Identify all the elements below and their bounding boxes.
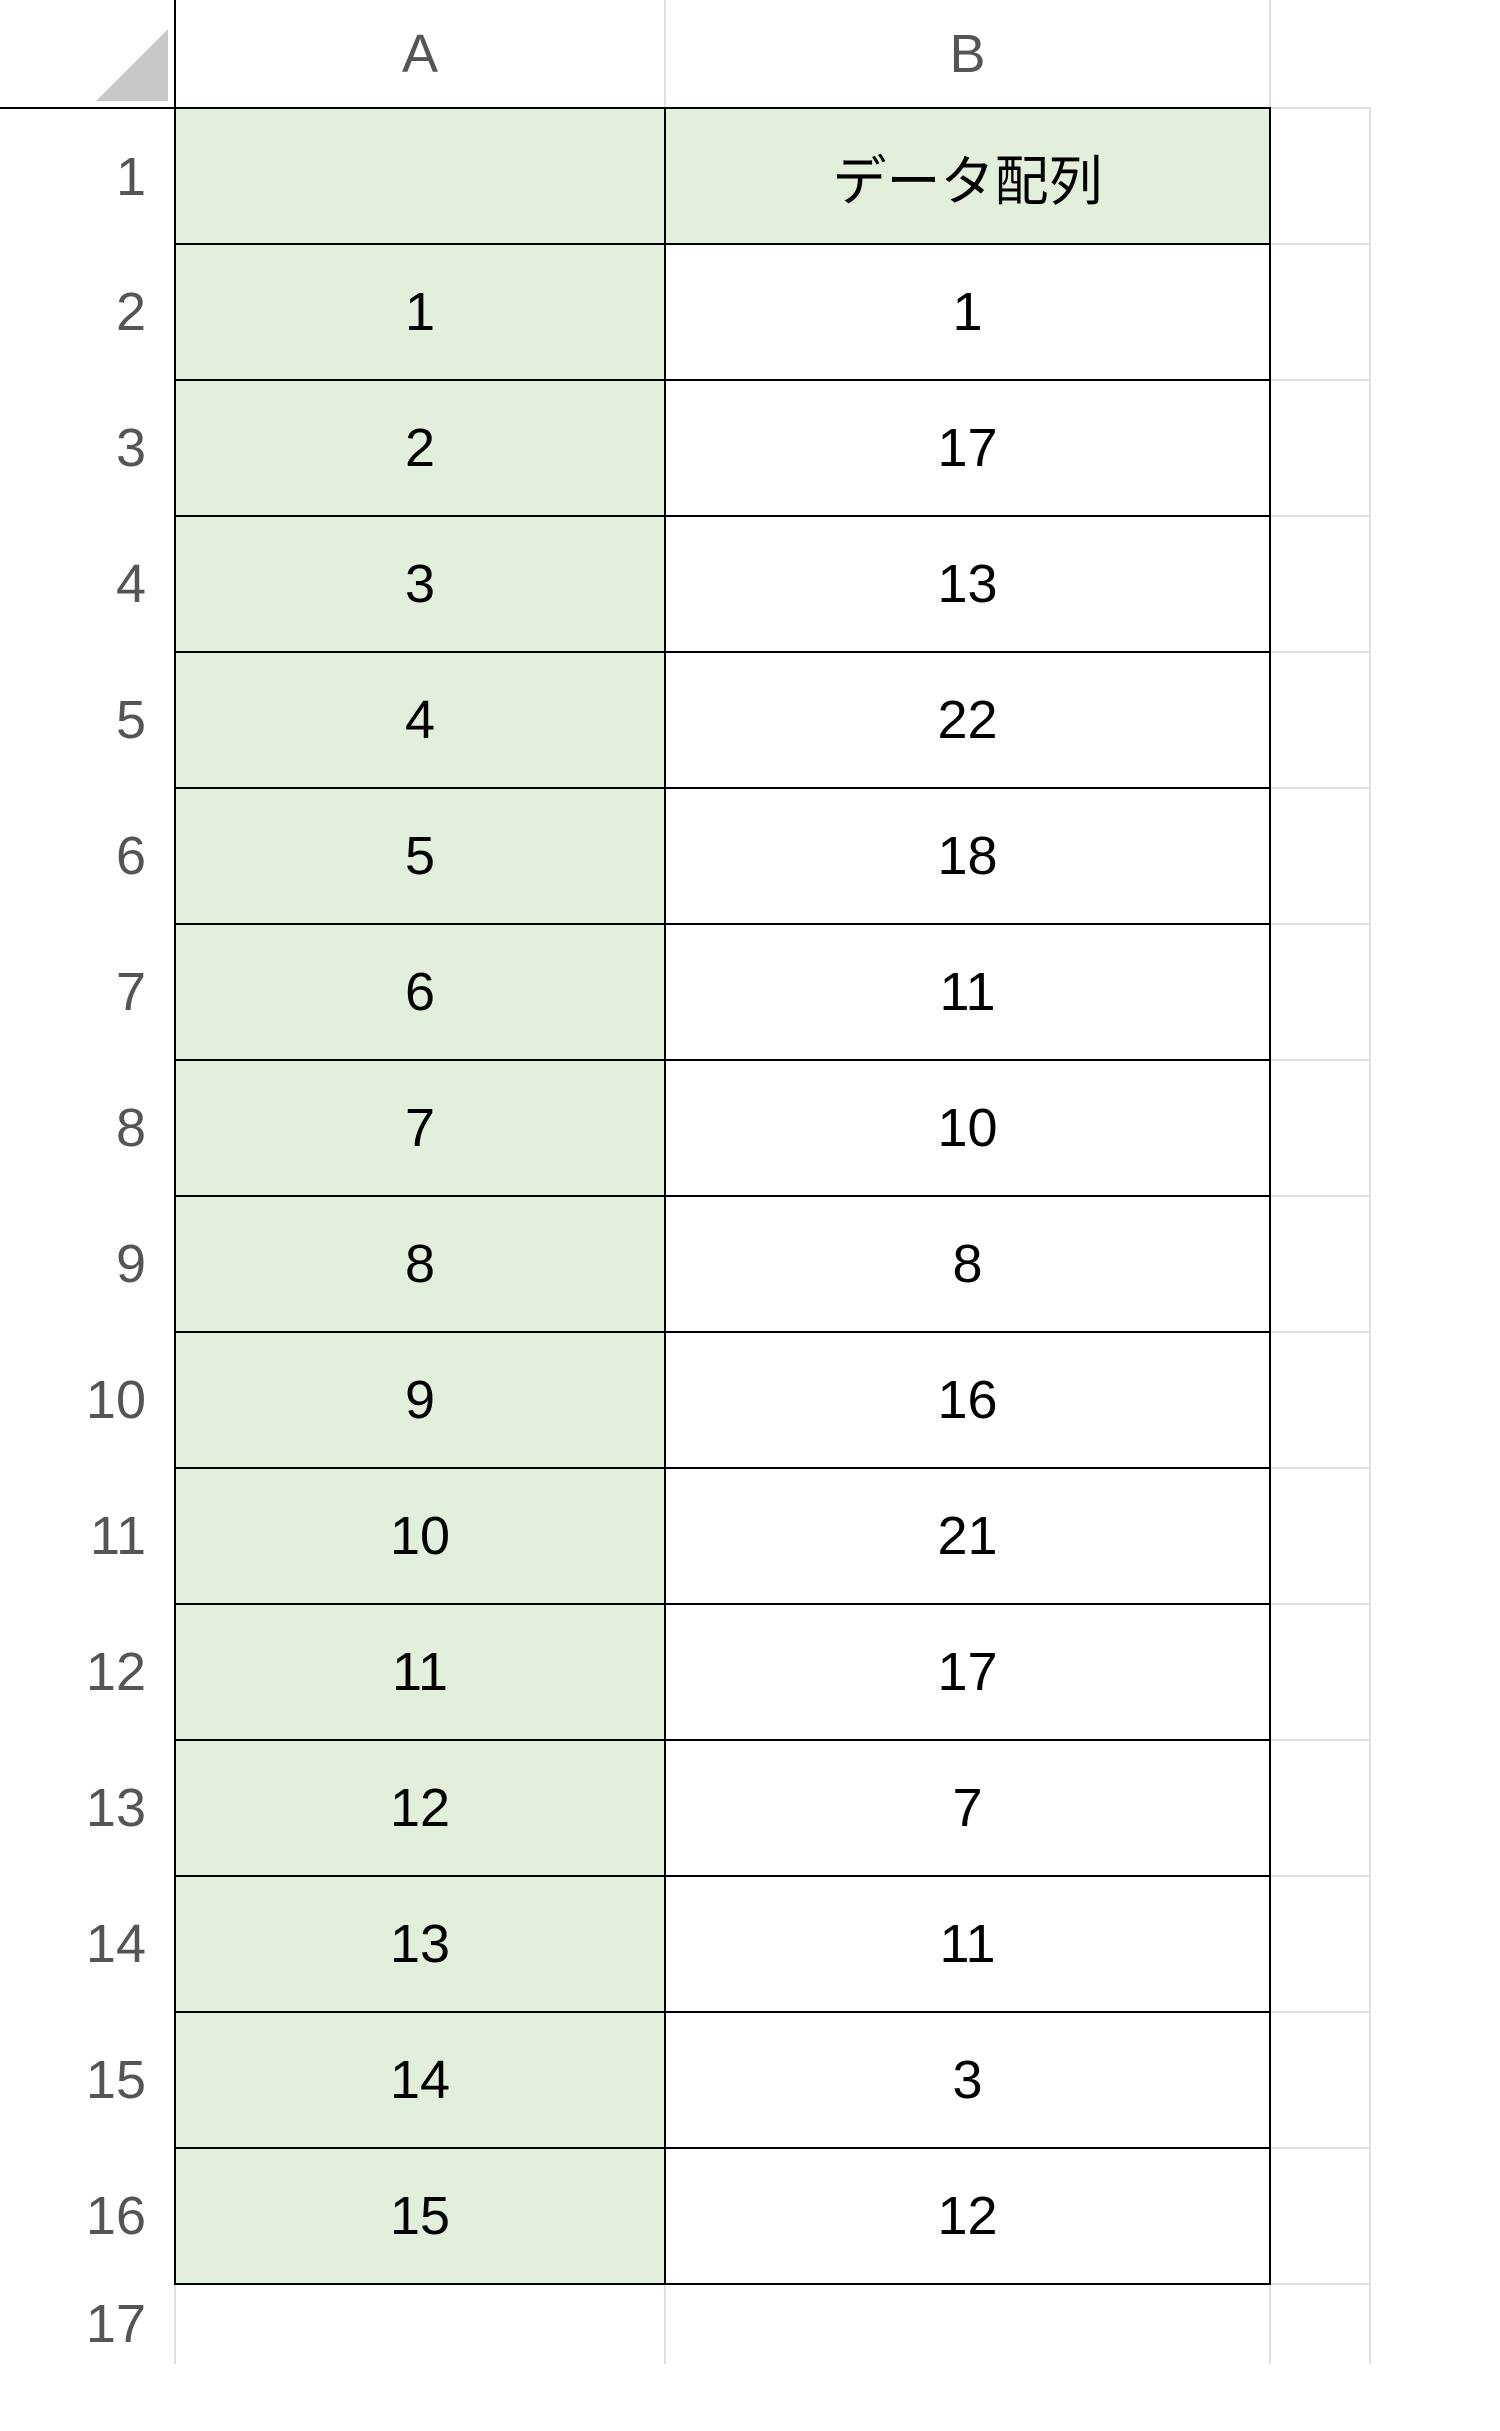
- cell-B3[interactable]: 17: [665, 380, 1270, 516]
- cell-B15[interactable]: 3: [665, 2012, 1270, 2148]
- cell-A11[interactable]: 10: [175, 1468, 665, 1604]
- cell-B7[interactable]: 11: [665, 924, 1270, 1060]
- spreadsheet-grid: A B 1 データ配列 2 1 1 3 2 17 4 3 13 5 4 22 6: [0, 0, 1371, 2364]
- data-row-1: 1 データ配列: [0, 108, 1370, 244]
- cell-A8[interactable]: 7: [175, 1060, 665, 1196]
- cell-C11[interactable]: [1270, 1468, 1370, 1604]
- column-header-B[interactable]: B: [665, 0, 1270, 108]
- cell-C4[interactable]: [1270, 516, 1370, 652]
- cell-C3[interactable]: [1270, 380, 1370, 516]
- cell-C17[interactable]: [1270, 2284, 1370, 2364]
- data-row-12: 12 11 17: [0, 1604, 1370, 1740]
- data-row-5: 5 4 22: [0, 652, 1370, 788]
- data-row-7: 7 6 11: [0, 924, 1370, 1060]
- cell-A9[interactable]: 8: [175, 1196, 665, 1332]
- cell-C16[interactable]: [1270, 2148, 1370, 2284]
- cell-A3[interactable]: 2: [175, 380, 665, 516]
- cell-C10[interactable]: [1270, 1332, 1370, 1468]
- cell-B14[interactable]: 11: [665, 1876, 1270, 2012]
- select-all-corner[interactable]: [0, 0, 175, 108]
- row-header[interactable]: 13: [0, 1740, 175, 1876]
- cell-C9[interactable]: [1270, 1196, 1370, 1332]
- cell-B1[interactable]: データ配列: [665, 108, 1270, 244]
- data-row-16: 16 15 12: [0, 2148, 1370, 2284]
- data-row-2: 2 1 1: [0, 244, 1370, 380]
- cell-B16[interactable]: 12: [665, 2148, 1270, 2284]
- data-row-17: 17: [0, 2284, 1370, 2364]
- cell-A17[interactable]: [175, 2284, 665, 2364]
- cell-B4[interactable]: 13: [665, 516, 1270, 652]
- column-header-row: A B: [0, 0, 1370, 108]
- cell-C14[interactable]: [1270, 1876, 1370, 2012]
- data-row-3: 3 2 17: [0, 380, 1370, 516]
- row-header[interactable]: 12: [0, 1604, 175, 1740]
- cell-A12[interactable]: 11: [175, 1604, 665, 1740]
- cell-B12[interactable]: 17: [665, 1604, 1270, 1740]
- cell-C8[interactable]: [1270, 1060, 1370, 1196]
- row-header[interactable]: 10: [0, 1332, 175, 1468]
- row-header[interactable]: 5: [0, 652, 175, 788]
- row-header[interactable]: 3: [0, 380, 175, 516]
- data-row-14: 14 13 11: [0, 1876, 1370, 2012]
- cell-A16[interactable]: 15: [175, 2148, 665, 2284]
- data-row-10: 10 9 16: [0, 1332, 1370, 1468]
- cell-B9[interactable]: 8: [665, 1196, 1270, 1332]
- data-row-13: 13 12 7: [0, 1740, 1370, 1876]
- cell-B6[interactable]: 18: [665, 788, 1270, 924]
- row-header[interactable]: 7: [0, 924, 175, 1060]
- row-header[interactable]: 4: [0, 516, 175, 652]
- data-row-11: 11 10 21: [0, 1468, 1370, 1604]
- cell-A4[interactable]: 3: [175, 516, 665, 652]
- column-header-A[interactable]: A: [175, 0, 665, 108]
- row-header[interactable]: 2: [0, 244, 175, 380]
- cell-A14[interactable]: 13: [175, 1876, 665, 2012]
- data-row-4: 4 3 13: [0, 516, 1370, 652]
- row-header[interactable]: 6: [0, 788, 175, 924]
- cell-C13[interactable]: [1270, 1740, 1370, 1876]
- data-row-8: 8 7 10: [0, 1060, 1370, 1196]
- cell-A10[interactable]: 9: [175, 1332, 665, 1468]
- cell-B2[interactable]: 1: [665, 244, 1270, 380]
- cell-A1[interactable]: [175, 108, 665, 244]
- cell-A5[interactable]: 4: [175, 652, 665, 788]
- row-header[interactable]: 9: [0, 1196, 175, 1332]
- row-header[interactable]: 15: [0, 2012, 175, 2148]
- row-header[interactable]: 17: [0, 2284, 175, 2364]
- cell-A15[interactable]: 14: [175, 2012, 665, 2148]
- cell-B17[interactable]: [665, 2284, 1270, 2364]
- cell-C5[interactable]: [1270, 652, 1370, 788]
- cell-B8[interactable]: 10: [665, 1060, 1270, 1196]
- cell-B11[interactable]: 21: [665, 1468, 1270, 1604]
- cell-C2[interactable]: [1270, 244, 1370, 380]
- data-row-15: 15 14 3: [0, 2012, 1370, 2148]
- row-header[interactable]: 1: [0, 108, 175, 244]
- cell-C15[interactable]: [1270, 2012, 1370, 2148]
- cell-A13[interactable]: 12: [175, 1740, 665, 1876]
- cell-C12[interactable]: [1270, 1604, 1370, 1740]
- cell-B10[interactable]: 16: [665, 1332, 1270, 1468]
- cell-A6[interactable]: 5: [175, 788, 665, 924]
- row-header[interactable]: 16: [0, 2148, 175, 2284]
- row-header[interactable]: 11: [0, 1468, 175, 1604]
- select-all-triangle-icon: [96, 29, 168, 101]
- cell-B5[interactable]: 22: [665, 652, 1270, 788]
- cell-C7[interactable]: [1270, 924, 1370, 1060]
- cell-C1[interactable]: [1270, 108, 1370, 244]
- cell-C6[interactable]: [1270, 788, 1370, 924]
- row-header[interactable]: 8: [0, 1060, 175, 1196]
- column-header-extra[interactable]: [1270, 0, 1370, 108]
- data-row-9: 9 8 8: [0, 1196, 1370, 1332]
- data-row-6: 6 5 18: [0, 788, 1370, 924]
- cell-A2[interactable]: 1: [175, 244, 665, 380]
- cell-A7[interactable]: 6: [175, 924, 665, 1060]
- row-header[interactable]: 14: [0, 1876, 175, 2012]
- cell-B13[interactable]: 7: [665, 1740, 1270, 1876]
